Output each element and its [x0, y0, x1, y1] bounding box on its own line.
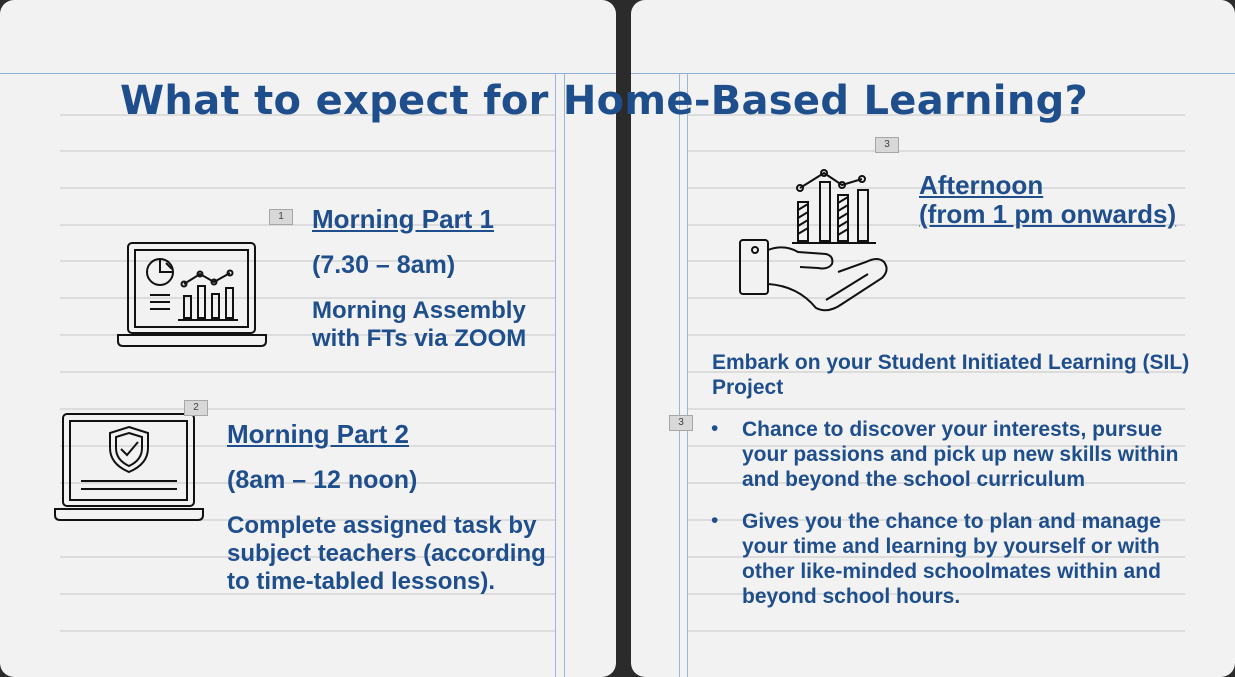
sil-intro: Embark on your Student Initiated Learnin…: [712, 351, 1190, 399]
ruled-line: [60, 371, 555, 373]
afternoon-heading: Afternoon: [919, 170, 1044, 200]
header-line: [631, 73, 1235, 74]
header-line: [0, 73, 616, 74]
margin-line: [687, 74, 688, 677]
ruled-line: [687, 334, 1185, 336]
morning-part1-description: Morning Assembly with FTs via ZOOM: [312, 297, 527, 352]
laptop-shield-icon: [54, 413, 204, 521]
tag-number: 1: [269, 209, 293, 225]
morning-part2-heading: Morning Part 2: [227, 419, 410, 449]
margin-line: [555, 74, 556, 677]
tag-number: 2: [184, 400, 208, 416]
margin-line: [679, 74, 680, 677]
morning-part2-description: Complete assigned task by subject teache…: [227, 512, 546, 595]
ruled-line: [687, 630, 1185, 632]
tag-number: 3: [875, 137, 899, 153]
morning-part1-time: (7.30 – 8am): [312, 251, 456, 279]
morning-part2-time: (8am – 12 noon): [227, 466, 418, 494]
ruled-line: [60, 630, 555, 632]
ruled-line: [60, 150, 555, 152]
bullet-item: Gives you the chance to plan and manage …: [742, 510, 1161, 608]
page-title: What to expect for Home-Based Learning?: [120, 78, 1089, 124]
margin-line: [564, 74, 565, 677]
ruled-line: [60, 408, 555, 410]
hand-chart-icon: [739, 169, 888, 312]
bullet-marker: •: [711, 417, 719, 440]
morning-part1-heading: Morning Part 1: [312, 204, 495, 234]
ruled-line: [687, 408, 1185, 410]
tag-number: 3: [669, 415, 693, 431]
bullet-item: Chance to discover your interests, pursu…: [742, 418, 1179, 491]
ruled-line: [687, 150, 1185, 152]
ruled-line: [60, 187, 555, 189]
bullet-marker: •: [711, 509, 719, 532]
laptop-dashboard-icon: [117, 242, 267, 347]
afternoon-time: (from 1 pm onwards): [919, 199, 1177, 229]
